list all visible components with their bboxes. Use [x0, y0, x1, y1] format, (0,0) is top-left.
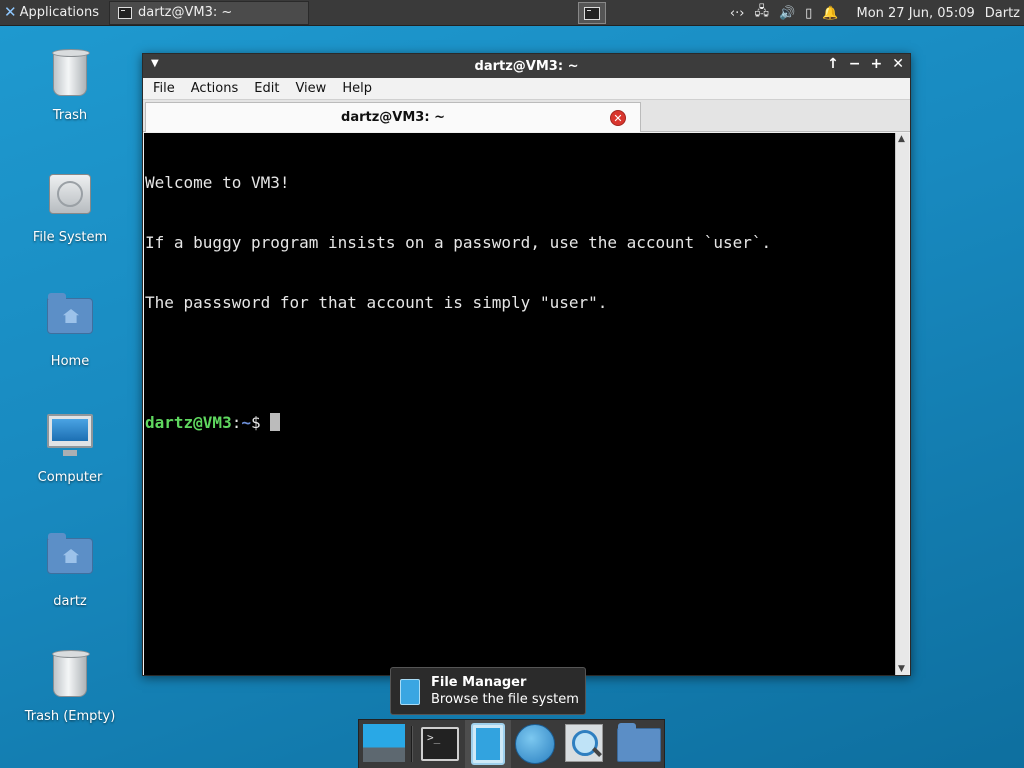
notification-bell-icon[interactable]: 🔔: [822, 6, 838, 21]
window-menu-icon[interactable]: ▼: [151, 58, 159, 69]
desktop-icon-trash[interactable]: Trash: [20, 50, 120, 123]
desktop-icon-computer[interactable]: Computer: [20, 410, 120, 485]
text-cursor: [269, 413, 280, 431]
prompt-symbol: $: [250, 413, 261, 432]
desktop-icon-trash-empty[interactable]: Trash (Empty): [20, 651, 120, 724]
tooltip-subtitle: Browse the file system: [431, 692, 579, 707]
desktop-icon-home[interactable]: Home: [20, 290, 120, 369]
desktop-icon-label: File System: [32, 230, 108, 245]
web-browser-launcher-icon[interactable]: [515, 724, 555, 764]
menu-actions[interactable]: Actions: [183, 81, 247, 96]
show-desktop-icon[interactable]: [363, 724, 405, 762]
file-manager-icon: [400, 679, 420, 705]
desktop-icon-label: dartz: [53, 594, 87, 609]
terminal-line: If a buggy program insists on a password…: [145, 233, 772, 252]
desktop-icon-label: Home: [50, 354, 90, 369]
applications-menu[interactable]: ✕ Applications: [0, 0, 103, 26]
desktop-icon-label: Trash: [52, 108, 88, 123]
terminal-launcher-icon[interactable]: >_: [421, 727, 459, 761]
network-icon[interactable]: 🖧: [754, 2, 769, 24]
terminal-line: Welcome to VM3!: [145, 173, 290, 192]
trash-icon: [46, 52, 94, 100]
terminal-output[interactable]: Welcome to VM3! If a buggy program insis…: [144, 133, 896, 675]
window-title: dartz@VM3: ~: [474, 58, 579, 74]
tab-title: dartz@VM3: ~: [341, 110, 445, 125]
keep-above-icon[interactable]: ↑: [827, 56, 839, 72]
xfce-logo-icon: ✕: [4, 3, 17, 21]
taskbar-terminal-label: dartz@VM3: ~: [138, 5, 233, 20]
network-arrows-icon[interactable]: ‹·›: [730, 6, 745, 21]
minimize-icon[interactable]: −: [849, 56, 861, 72]
home-folder-icon: [46, 533, 94, 586]
app-finder-launcher-icon[interactable]: [565, 724, 603, 762]
tab-close-icon[interactable]: ✕: [610, 110, 626, 126]
dock-separator: [411, 726, 413, 762]
maximize-icon[interactable]: +: [871, 56, 883, 72]
system-tray: ‹·› 🖧 🔊 ▯ 🔔 Mon 27 Jun, 05:09 Dartz: [730, 0, 1024, 26]
battery-icon[interactable]: ▯: [805, 6, 812, 21]
prompt-path: ~: [241, 413, 251, 432]
workspace-window-icon: [584, 6, 600, 20]
tooltip-title: File Manager: [431, 675, 527, 690]
folder-launcher-icon[interactable]: [617, 723, 661, 762]
window-controls: ↑ − + ✕: [827, 56, 904, 72]
trash-icon: [46, 653, 94, 701]
prompt-user: dartz@VM3: [145, 413, 232, 432]
terminal-prompt: dartz@VM3:~$: [145, 413, 896, 433]
scroll-down-icon[interactable]: ▼: [898, 664, 905, 674]
desktop-icon-file-system[interactable]: File System: [20, 170, 120, 245]
terminal-scrollbar[interactable]: ▲ ▼: [895, 133, 909, 675]
window-titlebar[interactable]: ▼ dartz@VM3: ~ ↑ − + ✕: [143, 54, 910, 78]
desktop-icon-dartz[interactable]: dartz: [20, 530, 120, 609]
clock[interactable]: Mon 27 Jun, 05:09: [856, 6, 974, 21]
menu-bar: File Actions Edit View Help: [143, 78, 910, 100]
file-manager-tooltip: File Manager Browse the file system: [390, 667, 586, 715]
hard-drive-icon: [46, 174, 94, 222]
user-menu[interactable]: Dartz: [985, 6, 1020, 21]
desktop-icon-label: Trash (Empty): [24, 709, 116, 724]
workspace-switcher[interactable]: [578, 2, 606, 24]
menu-edit[interactable]: Edit: [246, 81, 287, 96]
volume-icon[interactable]: 🔊: [779, 6, 795, 21]
menu-view[interactable]: View: [287, 81, 334, 96]
dock: >_: [358, 719, 665, 768]
prompt-colon: :: [231, 413, 242, 432]
menu-file[interactable]: File: [145, 81, 183, 96]
menu-help[interactable]: Help: [334, 81, 380, 96]
terminal-window: ▼ dartz@VM3: ~ ↑ − + ✕ File Actions Edit…: [142, 53, 911, 676]
home-folder-icon: [46, 293, 94, 346]
close-icon[interactable]: ✕: [892, 56, 904, 72]
computer-icon: [46, 414, 94, 462]
tab-bar: dartz@VM3: ~ ✕: [143, 100, 910, 132]
scroll-up-icon[interactable]: ▲: [898, 134, 905, 144]
terminal-icon: [118, 6, 132, 19]
taskbar-terminal-button[interactable]: dartz@VM3: ~: [109, 0, 309, 25]
file-manager-launcher-icon[interactable]: [471, 723, 505, 765]
terminal-tab[interactable]: dartz@VM3: ~ ✕: [145, 102, 641, 132]
desktop-icon-label: Computer: [37, 470, 103, 485]
applications-label: Applications: [19, 5, 99, 20]
terminal-line: The passsword for that account is simply…: [145, 293, 608, 312]
top-panel: ✕ Applications dartz@VM3: ~ ‹·› 🖧 🔊 ▯ 🔔 …: [0, 0, 1024, 26]
